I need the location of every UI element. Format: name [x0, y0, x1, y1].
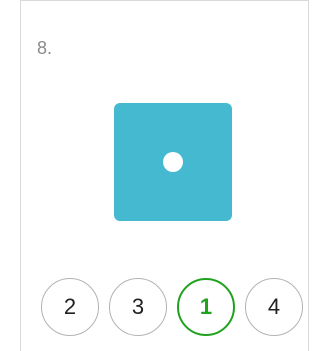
answer-option-4[interactable]: 4 [245, 278, 303, 336]
answer-options: 2 3 1 4 [41, 278, 310, 338]
question-number: 8. [37, 38, 53, 58]
answer-option-2[interactable]: 2 [41, 278, 99, 336]
die-pip [163, 152, 183, 172]
die-face [114, 103, 232, 221]
answer-option-3[interactable]: 3 [109, 278, 167, 336]
question-card: 8. 2 3 1 4 [20, 0, 309, 351]
answer-option-1-correct[interactable]: 1 [177, 278, 235, 336]
